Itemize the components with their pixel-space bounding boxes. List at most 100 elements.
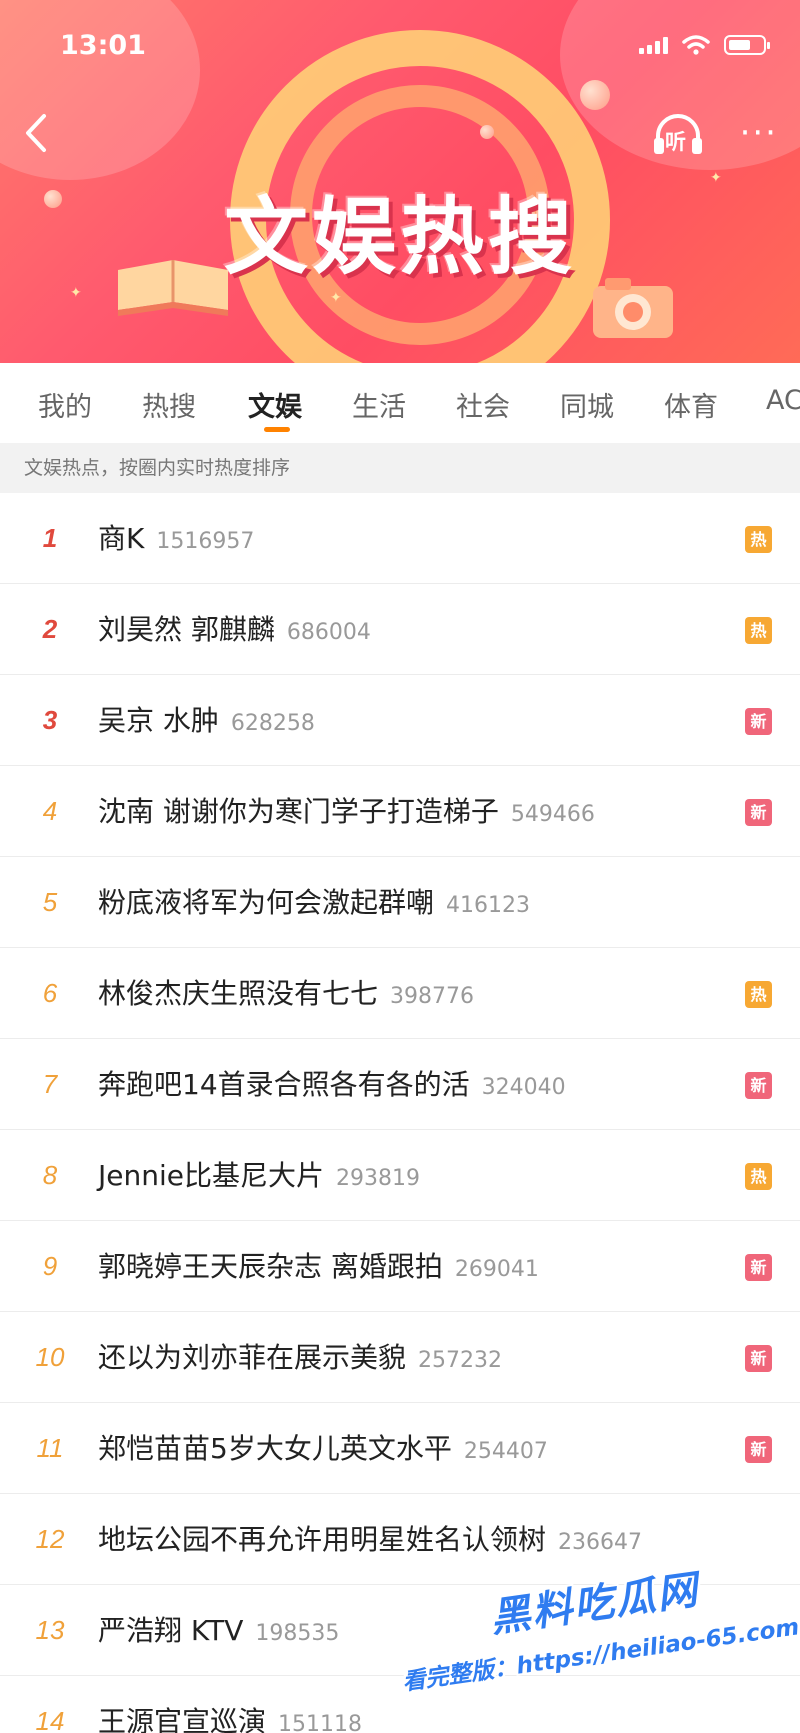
battery-icon [724, 35, 770, 55]
new-badge: 新 [745, 1072, 772, 1099]
category-tabs: 我的 热搜 文娱 生活 社会 同城 体育 AC [0, 363, 800, 443]
topic-title-text: 吴京 水肿 [98, 704, 219, 737]
topic-title[interactable]: 粉底液将军为何会激起群嘲 416123 [98, 857, 530, 951]
topic-title[interactable]: 郑恺苗苗5岁大女儿英文水平 254407 [98, 1403, 548, 1497]
tab-hot-search[interactable]: 热搜 [142, 385, 196, 424]
topic-title-text: 郭晓婷王天辰杂志 离婚跟拍 [98, 1250, 443, 1283]
heat-count: 1516957 [156, 529, 255, 554]
topic-title-text: 粉底液将军为何会激起群嘲 [98, 886, 435, 919]
rank-number: 4 [42, 796, 58, 826]
hot-badge: 热 [745, 617, 772, 644]
rank-number: 5 [42, 887, 58, 917]
topic-title-text: 还以为刘亦菲在展示美貌 [98, 1341, 407, 1374]
topic-title[interactable]: 地坛公园不再允许用明星姓名认领树 236647 [98, 1494, 642, 1588]
heat-count: 198535 [255, 1621, 340, 1646]
list-item[interactable]: 6 林俊杰庆生照没有七七 398776 热 [0, 948, 800, 1039]
heat-count: 628258 [230, 711, 315, 736]
new-badge: 新 [745, 708, 772, 735]
list-item[interactable]: 1 商K 1516957 热 [0, 493, 800, 584]
list-item[interactable]: 12 地坛公园不再允许用明星姓名认领树 236647 [0, 1494, 800, 1585]
header-banner: ✦ ✦ ✦ 13:01 听 ··· 文娱热搜 [0, 0, 800, 363]
listen-label: 听 [665, 130, 686, 154]
tab-sports[interactable]: 体育 [664, 385, 718, 424]
topic-title-text: 林俊杰庆生照没有七七 [98, 977, 379, 1010]
heat-count: 151118 [278, 1712, 362, 1733]
list-item[interactable]: 5 粉底液将军为何会激起群嘲 416123 [0, 857, 800, 948]
tab-entertainment[interactable]: 文娱 [248, 385, 302, 424]
heat-count: 398776 [390, 984, 474, 1009]
heat-count: 686004 [286, 620, 371, 645]
topic-title[interactable]: 还以为刘亦菲在展示美貌 257232 [98, 1312, 502, 1406]
list-item[interactable]: 13 严浩翔 KTV 198535 [0, 1585, 800, 1676]
topic-title[interactable]: 奔跑吧14首录合照各有各的活 324040 [98, 1039, 566, 1133]
hot-badge: 热 [745, 981, 772, 1008]
list-item[interactable]: 9 郭晓婷王天辰杂志 离婚跟拍 269041 新 [0, 1221, 800, 1312]
list-item[interactable]: 14 王源官宣巡演 151118 [0, 1676, 800, 1733]
page-title: 文娱热搜 [223, 188, 576, 286]
listen-button[interactable]: 听 [650, 112, 706, 160]
rank-number: 6 [42, 978, 58, 1008]
list-item[interactable]: 4 沈南 谢谢你为寒门学子打造梯子 549466 新 [0, 766, 800, 857]
hot-badge: 热 [745, 526, 772, 553]
new-badge: 新 [745, 1345, 772, 1372]
topic-title[interactable]: Jennie比基尼大片 293819 [98, 1130, 420, 1224]
topic-title[interactable]: 郭晓婷王天辰杂志 离婚跟拍 269041 [98, 1221, 539, 1315]
topic-title-text: 沈南 谢谢你为寒门学子打造梯子 [98, 795, 499, 828]
topic-title-text: Jennie比基尼大片 [98, 1159, 324, 1192]
list-item[interactable]: 10 还以为刘亦菲在展示美貌 257232 新 [0, 1312, 800, 1403]
topic-title-text: 郑恺苗苗5岁大女儿英文水平 [98, 1432, 452, 1465]
list-item[interactable]: 11 郑恺苗苗5岁大女儿英文水平 254407 新 [0, 1403, 800, 1494]
more-options-button[interactable]: ··· [740, 116, 778, 150]
rank-number: 13 [35, 1615, 65, 1645]
tab-society[interactable]: 社会 [456, 385, 510, 424]
chevron-left-icon [26, 114, 46, 152]
topic-title-text: 王源官宣巡演 [98, 1705, 267, 1733]
heat-count: 236647 [558, 1530, 642, 1555]
heat-count: 257232 [418, 1348, 502, 1373]
topic-title-text: 奔跑吧14首录合照各有各的活 [98, 1068, 470, 1101]
topic-title[interactable]: 王源官宣巡演 151118 [98, 1676, 362, 1733]
tab-local[interactable]: 同城 [560, 385, 614, 424]
rank-number: 7 [42, 1069, 58, 1099]
list-item[interactable]: 3 吴京 水肿 628258 新 [0, 675, 800, 766]
heat-count: 293819 [335, 1166, 420, 1191]
heat-count: 549466 [510, 802, 595, 827]
new-badge: 新 [745, 799, 772, 826]
status-bar-icons [639, 34, 770, 56]
topic-title[interactable]: 刘昊然 郭麒麟 686004 [98, 584, 371, 678]
heat-count: 269041 [454, 1257, 539, 1282]
back-button[interactable] [18, 110, 58, 160]
list-item[interactable]: 8 Jennie比基尼大片 293819 热 [0, 1130, 800, 1221]
rank-number: 11 [36, 1433, 64, 1463]
rank-number: 1 [42, 523, 58, 553]
heat-count: 416123 [446, 893, 530, 918]
rank-number: 12 [35, 1524, 65, 1554]
topic-title-text: 商K [98, 522, 145, 555]
hot-search-list: 1 商K 1516957 热 2 刘昊然 郭麒麟 686004 热 3 吴京 水肿 628258 新 4… [0, 493, 800, 1733]
tab-acg[interactable]: AC [766, 385, 800, 416]
tab-mine[interactable]: 我的 [38, 385, 92, 424]
list-item[interactable]: 2 刘昊然 郭麒麟 686004 热 [0, 584, 800, 675]
topic-title-text: 刘昊然 郭麒麟 [98, 613, 275, 646]
topic-title[interactable]: 林俊杰庆生照没有七七 398776 [98, 948, 474, 1042]
wifi-icon [682, 35, 710, 55]
tab-life[interactable]: 生活 [352, 385, 406, 424]
hot-badge: 热 [745, 1163, 772, 1190]
banner-bubble-decoration [580, 80, 610, 110]
list-item[interactable]: 7 奔跑吧14首录合照各有各的活 324040 新 [0, 1039, 800, 1130]
topic-title-text: 严浩翔 KTV [98, 1614, 244, 1647]
topic-title-text: 地坛公园不再允许用明星姓名认领树 [98, 1523, 547, 1556]
new-badge: 新 [745, 1254, 772, 1281]
topic-title[interactable]: 沈南 谢谢你为寒门学子打造梯子 549466 [98, 766, 595, 860]
topic-title[interactable]: 商K 1516957 [98, 493, 254, 587]
rank-number: 14 [35, 1706, 65, 1733]
list-description: 文娱热点，按圈内实时热度排序 [0, 443, 800, 493]
new-badge: 新 [745, 1436, 772, 1463]
topic-title[interactable]: 吴京 水肿 628258 [98, 675, 315, 769]
rank-number: 9 [42, 1251, 58, 1281]
heat-count: 254407 [463, 1439, 548, 1464]
status-bar-time: 13:01 [60, 30, 146, 61]
topic-title[interactable]: 严浩翔 KTV 198535 [98, 1585, 339, 1679]
cellular-signal-icon [639, 36, 668, 54]
rank-number: 2 [42, 614, 58, 644]
